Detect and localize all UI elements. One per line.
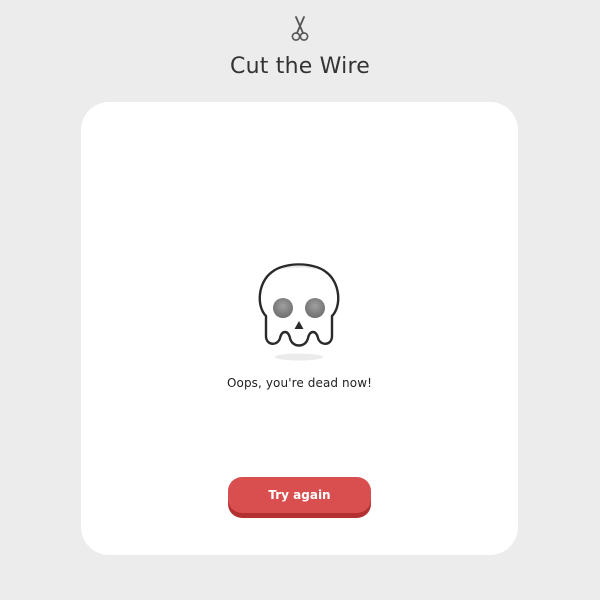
page-title: Cut the Wire (230, 54, 370, 79)
game-screen: Cut the Wire Oops, you're dead now! Try (0, 0, 600, 600)
try-again-button[interactable]: Try again (228, 477, 371, 513)
scissors-icon (291, 16, 309, 42)
header: Cut the Wire (0, 16, 600, 78)
death-message: Oops, you're dead now! (226, 376, 373, 390)
skull-icon (254, 258, 344, 364)
game-over-card: Oops, you're dead now! Try again (81, 102, 518, 555)
